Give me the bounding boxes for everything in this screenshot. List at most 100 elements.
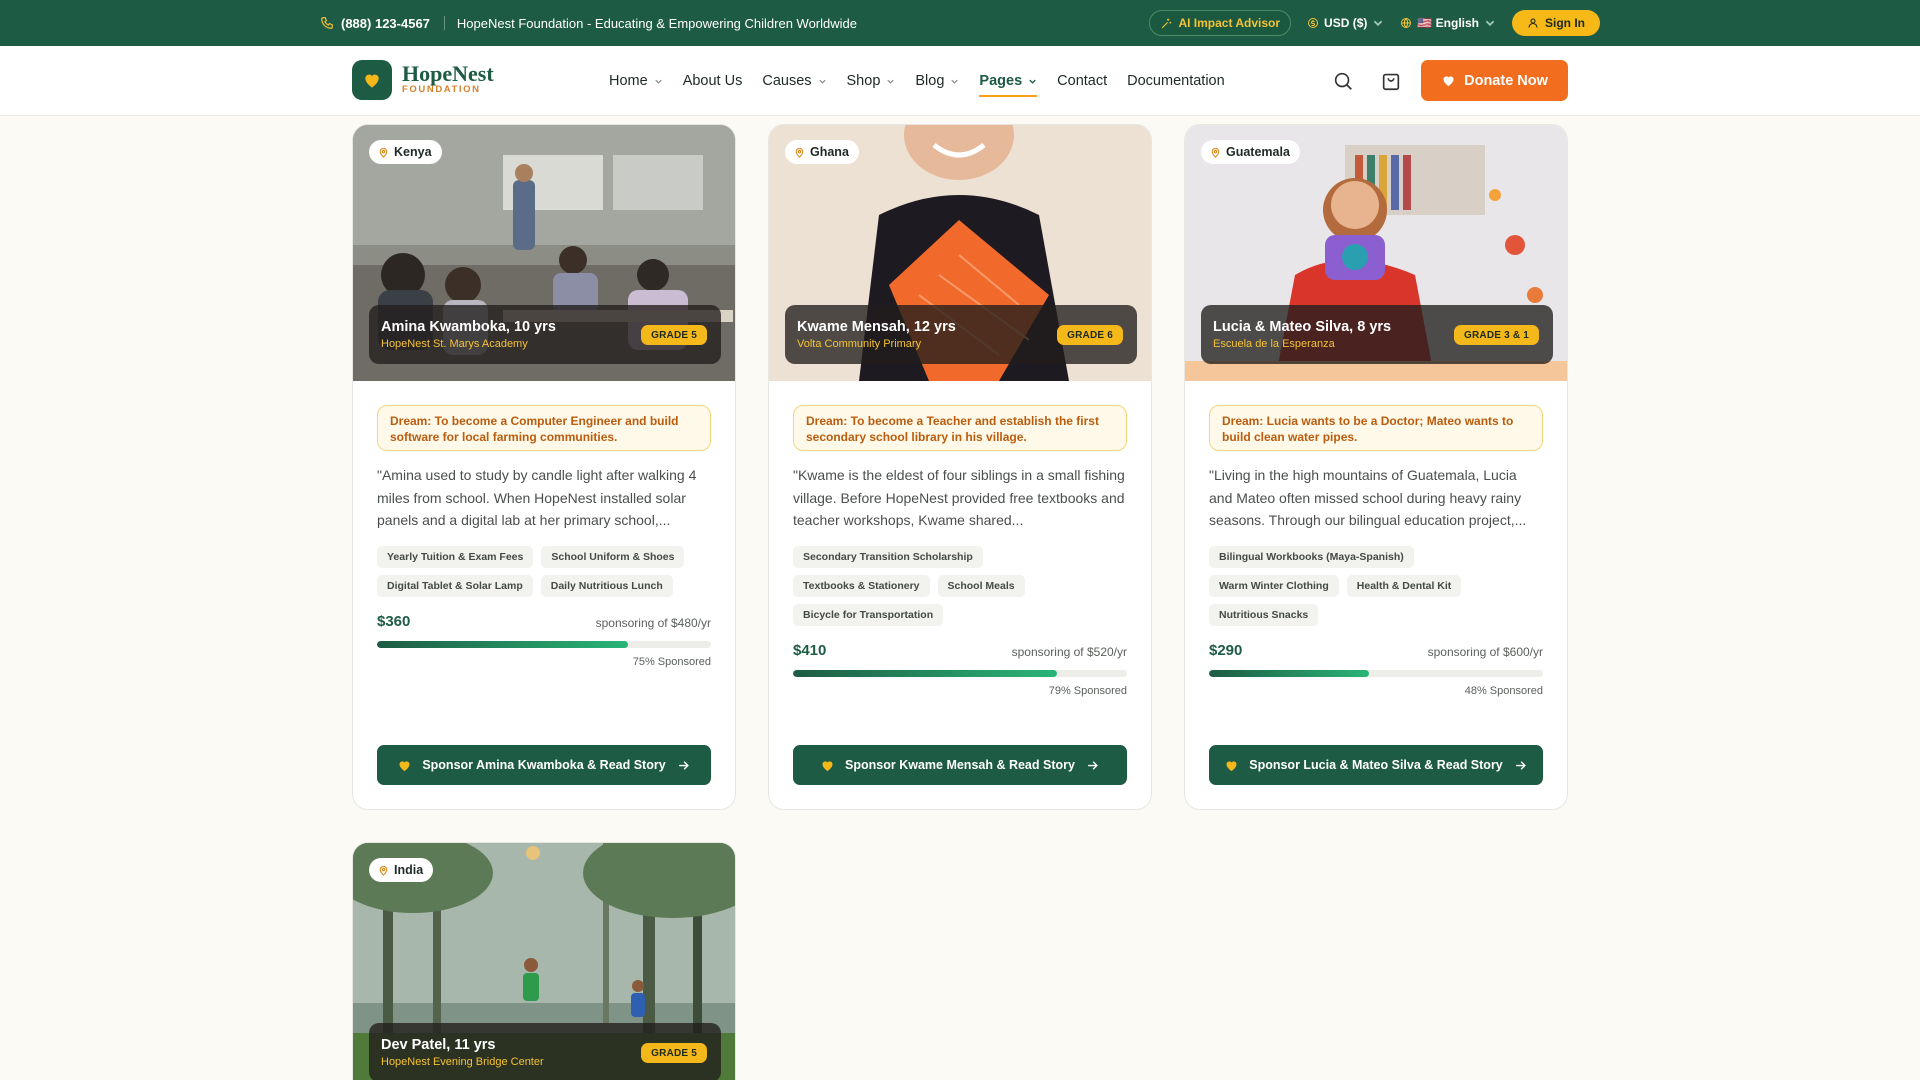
child-name-overlay: Lucia & Mateo Silva, 8 yrs Escuela de la… [1201, 305, 1553, 364]
raised-amount: $360 [377, 613, 411, 630]
chevron-down-icon [951, 79, 959, 84]
nav-label: Shop [846, 73, 881, 89]
sponsorship-tags: Yearly Tuition & Exam Fees School Unifor… [377, 546, 711, 597]
child-photo: Kenya Amina Kwamboka, 10 yrs HopeNest St… [353, 125, 735, 381]
map-pin-icon [795, 147, 804, 158]
logo-subtitle: FOUNDATION [402, 84, 481, 95]
nav-documentation[interactable]: Documentation [1127, 73, 1225, 89]
child-photo: India Dev Patel, 11 yrs HopeNest Evening… [353, 843, 735, 1080]
child-photo: Guatemala Lucia & Mateo Silva, 8 yrs Esc… [1185, 125, 1567, 381]
nav-label: Home [609, 73, 648, 89]
currency-select[interactable]: USD ($) [1307, 16, 1384, 30]
progress-fill [377, 641, 628, 648]
location-label: Kenya [394, 145, 432, 159]
user-icon [1528, 18, 1538, 28]
story-excerpt: "Living in the high mountains of Guatema… [1209, 467, 1527, 528]
tag: Digital Tablet & Solar Lamp [377, 575, 533, 597]
tag: Nutritious Snacks [1209, 604, 1319, 626]
sponsor-button[interactable]: Sponsor Lucia & Mateo Silva & Read Story [1209, 745, 1543, 785]
location-badge: Kenya [369, 140, 442, 164]
top-bar: (888) 123-4567 HopeNest Foundation - Edu… [0, 0, 1920, 46]
child-name-overlay: Dev Patel, 11 yrs HopeNest Evening Bridg… [369, 1023, 721, 1080]
grade-badge: GRADE 5 [641, 325, 707, 345]
phone-link[interactable]: (888) 123-4567 [320, 16, 430, 31]
nav-contact[interactable]: Contact [1057, 73, 1107, 89]
tag: Health & Dental Kit [1346, 575, 1462, 597]
chevron-down-icon [655, 79, 662, 84]
phone-number: (888) 123-4567 [341, 15, 430, 31]
donate-now-button[interactable]: Donate Now [1421, 60, 1568, 101]
child-name-overlay: Amina Kwamboka, 10 yrs HopeNest St. Mary… [369, 305, 721, 364]
nav-blog[interactable]: Blog [915, 73, 959, 89]
chevron-down-icon [887, 79, 895, 84]
funding-summary: $410 sponsoring of $520/yr [793, 642, 1127, 659]
location-badge: Guatemala [1201, 140, 1300, 164]
currency-icon [1308, 18, 1319, 28]
logo-mark [352, 60, 392, 100]
child-card: Guatemala Lucia & Mateo Silva, 8 yrs Esc… [1184, 124, 1568, 810]
sponsorship-tags: Bilingual Workbooks (Maya-Spanish) Warm … [1209, 546, 1543, 626]
chevron-down-icon [1485, 20, 1495, 27]
nav-shop[interactable]: Shop [847, 73, 896, 89]
divider [443, 16, 445, 30]
tag: Bilingual Workbooks (Maya-Spanish) [1209, 546, 1414, 568]
main-header: HopeNest FOUNDATION Home About Us Causes… [0, 46, 1920, 116]
goal-amount: sponsoring of $480/yr [595, 616, 711, 630]
sponsorship-tags: Secondary Transition Scholarship Textboo… [793, 546, 1127, 626]
main-nav: Home About Us Causes Shop Blog Pages Con… [609, 46, 1225, 116]
child-card: India Dev Patel, 11 yrs HopeNest Evening… [352, 842, 736, 1080]
sponsor-button[interactable]: Sponsor Kwame Mensah & Read Story [793, 745, 1127, 785]
nav-home[interactable]: Home [609, 73, 663, 89]
child-card: Ghana Kwame Mensah, 12 yrs Volta Communi… [768, 124, 1152, 810]
sign-in-label: Sign In [1545, 16, 1585, 30]
goal-amount: sponsoring of $520/yr [1011, 645, 1127, 659]
donate-label: Donate Now [1464, 72, 1548, 89]
chevron-down-icon [818, 79, 826, 84]
dream-callout: Dream: Lucia wants to be a Doctor; Mateo… [1209, 405, 1543, 451]
ai-impact-advisor-button[interactable]: AI Impact Advisor [1149, 10, 1292, 36]
chevron-down-icon [1374, 20, 1383, 27]
language-select[interactable]: 🇺🇸 English [1400, 16, 1496, 30]
currency-label: USD ($) [1324, 16, 1368, 30]
nav-causes[interactable]: Causes [762, 73, 826, 89]
map-pin-icon [1211, 147, 1220, 158]
heart-icon [365, 74, 379, 88]
logo[interactable]: HopeNest FOUNDATION [352, 60, 494, 100]
nav-about-us[interactable]: About Us [683, 73, 743, 89]
search-icon[interactable] [1332, 70, 1354, 92]
nav-label: About Us [682, 73, 743, 89]
sign-in-button[interactable]: Sign In [1512, 10, 1600, 36]
nav-pages[interactable]: Pages [979, 73, 1037, 97]
sponsor-button[interactable]: Sponsor Amina Kwamboka & Read Story [377, 745, 711, 785]
chevron-down-icon [1029, 79, 1036, 84]
sponsor-label: Sponsor Kwame Mensah & Read Story [845, 758, 1075, 772]
child-photo: Ghana Kwame Mensah, 12 yrs Volta Communi… [769, 125, 1151, 381]
progress-fill [793, 670, 1057, 677]
tag: School Uniform & Shoes [541, 546, 685, 568]
tag: Textbooks & Stationery [793, 575, 930, 597]
nav-label: Pages [979, 73, 1023, 89]
sparkle-icon [1162, 18, 1172, 28]
shopping-bag-icon[interactable] [1380, 70, 1402, 92]
nav-label: Documentation [1127, 73, 1225, 89]
heart-icon [1443, 76, 1454, 87]
progress-bar [377, 641, 711, 648]
heart-icon [822, 760, 833, 771]
location-label: Ghana [810, 145, 849, 159]
tag: Yearly Tuition & Exam Fees [377, 546, 534, 568]
progress-bar [793, 670, 1127, 677]
grade-badge: GRADE 6 [1057, 325, 1123, 345]
progress-bar [1209, 670, 1543, 677]
progress-label: 75% Sponsored [632, 656, 711, 668]
map-pin-icon [379, 147, 388, 158]
funding-summary: $290 sponsoring of $600/yr [1209, 642, 1543, 659]
location-badge: Ghana [785, 140, 859, 164]
location-label: Guatemala [1226, 145, 1290, 159]
story-excerpt: "Kwame is the eldest of four siblings in… [793, 467, 1125, 528]
arrow-right-icon [1515, 760, 1526, 770]
phone-icon [321, 17, 333, 29]
nav-label: Contact [1057, 73, 1108, 89]
progress-label: 79% Sponsored [1048, 685, 1127, 697]
nav-label: Causes [762, 73, 812, 89]
heart-icon [399, 760, 410, 771]
